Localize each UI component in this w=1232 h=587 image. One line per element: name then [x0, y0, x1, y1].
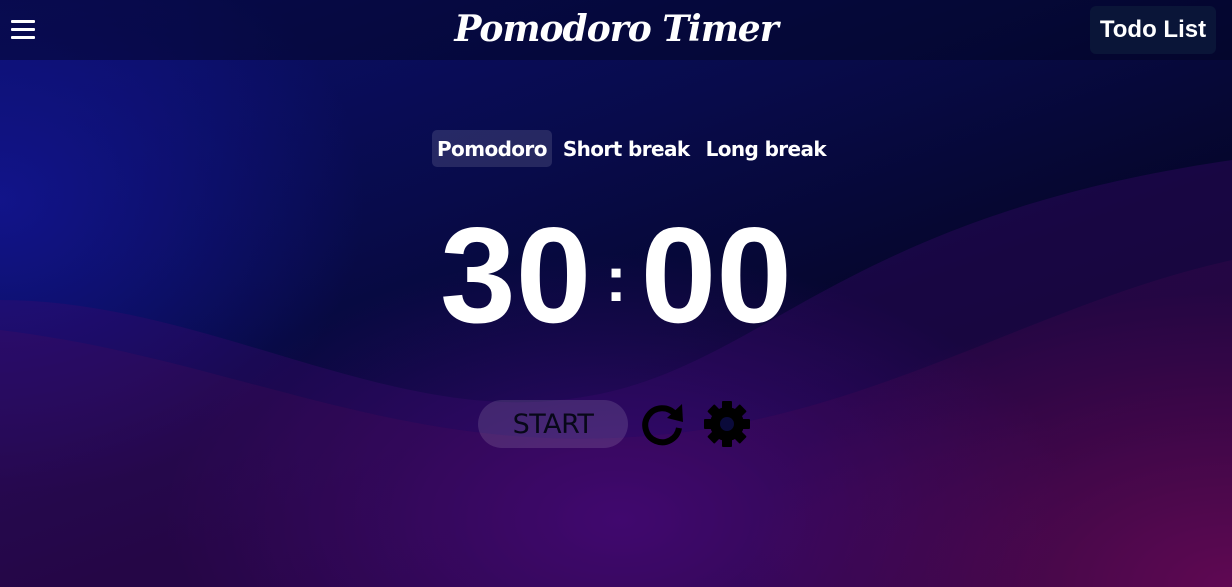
gear-icon[interactable] — [702, 398, 752, 448]
reset-icon[interactable] — [638, 398, 688, 448]
todo-list-button[interactable]: Todo List — [1090, 6, 1216, 54]
timer-seconds: 00 — [640, 199, 792, 351]
tab-short-break[interactable]: Short break — [558, 130, 695, 167]
timer-separator: : — [605, 243, 627, 315]
app-title: Pomodoro Timer — [454, 8, 778, 50]
mode-tabs: Pomodoro Short break Long break — [432, 130, 831, 167]
tab-pomodoro[interactable]: Pomodoro — [432, 130, 552, 167]
tab-long-break[interactable]: Long break — [701, 130, 832, 167]
timer-display: 30 : 00 — [0, 205, 1232, 345]
start-button[interactable]: START — [478, 400, 628, 448]
top-bar: Pomodoro Timer Todo List — [0, 0, 1232, 60]
timer-minutes: 30 — [440, 199, 592, 351]
